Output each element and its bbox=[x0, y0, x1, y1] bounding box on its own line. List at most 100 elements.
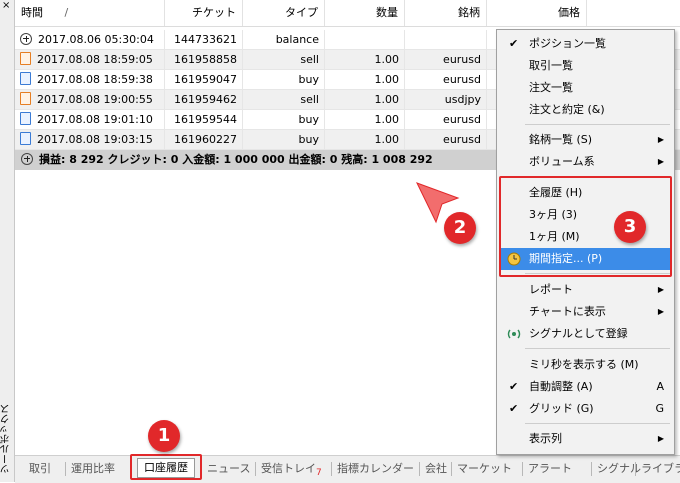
tab-1[interactable]: 運用比率 bbox=[71, 460, 115, 478]
signal-icon bbox=[507, 327, 521, 341]
tab-4[interactable]: 受信トレイ7 bbox=[261, 460, 322, 478]
tab-6[interactable]: 会社 bbox=[425, 460, 447, 478]
menu-item-label: 自動調整 (A) bbox=[529, 380, 593, 393]
menu-item-label: ボリューム系 bbox=[529, 155, 595, 168]
check-icon: ✔ bbox=[509, 402, 519, 415]
toolbox-label: ツールボックス bbox=[1, 404, 12, 474]
cell-text: buy bbox=[298, 113, 319, 126]
col-header-ticket[interactable]: チケット bbox=[165, 0, 243, 26]
cell-ticket: 161960227 bbox=[165, 130, 243, 149]
cell-type: buy bbox=[243, 70, 325, 89]
menu-shortcut: A bbox=[656, 380, 664, 393]
summary-text: 損益: 8 292 クレジット: 0 入金額: 1 000 000 出金額: 0… bbox=[39, 153, 433, 166]
cell-symbol: eurusd bbox=[405, 70, 487, 89]
cell-text: 144733621 bbox=[174, 33, 237, 46]
toolbox-strip: × ツールボックス bbox=[0, 0, 15, 482]
callout-3-badge: 3 bbox=[614, 211, 646, 243]
cell-text: 161958858 bbox=[174, 53, 237, 66]
tab-separator bbox=[635, 462, 636, 476]
cell-symbol: eurusd bbox=[405, 110, 487, 129]
menu-item-0[interactable]: ✔ ポジション一覧 bbox=[499, 33, 672, 55]
tab-separator bbox=[65, 462, 66, 476]
menu-separator bbox=[525, 423, 670, 424]
buy-order-icon bbox=[20, 132, 31, 145]
cell-time: 2017.08.08 19:01:10 bbox=[15, 110, 165, 129]
menu-item-11[interactable]: チャートに表示 ▶ bbox=[499, 301, 672, 323]
tab-7[interactable]: マーケット bbox=[457, 460, 512, 478]
close-icon[interactable]: × bbox=[2, 0, 10, 12]
menu-item-label: 注文一覧 bbox=[529, 81, 573, 94]
cell-text: 2017.08.08 19:03:15 bbox=[37, 133, 153, 146]
menu-item-3[interactable]: 注文と約定 (&) bbox=[499, 99, 672, 121]
tab-5[interactable]: 指標カレンダー bbox=[337, 460, 414, 478]
menu-item-16[interactable]: 表示列 ▶ bbox=[499, 428, 672, 450]
tab-label: ニュース bbox=[207, 462, 251, 475]
cell-text: buy bbox=[298, 133, 319, 146]
cell-text: 2017.08.08 18:59:05 bbox=[37, 53, 153, 66]
cell-qty: 1.00 bbox=[325, 90, 405, 109]
menu-separator bbox=[525, 348, 670, 349]
cell-text: eurusd bbox=[443, 73, 481, 86]
cell-type: buy bbox=[243, 130, 325, 149]
cell-type: balance bbox=[243, 30, 325, 49]
menu-item-13[interactable]: ミリ秒を表示する (M) bbox=[499, 354, 672, 376]
tab-10[interactable]: ライブラリ bbox=[641, 460, 680, 478]
check-icon: ✔ bbox=[509, 380, 519, 393]
highlight-box-period bbox=[499, 176, 672, 277]
cell-time: 2017.08.08 19:03:15 bbox=[15, 130, 165, 149]
menu-item-5[interactable]: ボリューム系 ▶ bbox=[499, 151, 672, 173]
sort-indicator-icon: / bbox=[64, 6, 69, 19]
menu-item-label: グリッド (G) bbox=[529, 402, 594, 415]
cell-text: sell bbox=[300, 93, 319, 106]
cell-text: 2017.08.08 18:59:38 bbox=[37, 73, 153, 86]
table-header: 時間 / チケット タイプ 数量 銘柄 価格 bbox=[15, 0, 680, 27]
cell-qty: 1.00 bbox=[325, 50, 405, 69]
balance-icon bbox=[20, 33, 32, 45]
tab-8[interactable]: アラート bbox=[528, 460, 572, 478]
cell-text: 2017.08.08 19:00:55 bbox=[37, 93, 153, 106]
check-icon: ✔ bbox=[509, 37, 519, 50]
tab-separator bbox=[255, 462, 256, 476]
cell-text: balance bbox=[275, 33, 319, 46]
menu-item-2[interactable]: 注文一覧 bbox=[499, 77, 672, 99]
menu-item-label: シグナルとして登録 bbox=[529, 327, 628, 340]
sell-order-icon bbox=[20, 52, 31, 65]
tab-label: 運用比率 bbox=[71, 462, 115, 475]
menu-item-12[interactable]: シグナルとして登録 bbox=[499, 323, 672, 345]
menu-item-15[interactable]: ✔ グリッド (G) G bbox=[499, 398, 672, 420]
tab-0[interactable]: 取引 bbox=[29, 460, 51, 478]
cell-text: 1.00 bbox=[374, 53, 400, 66]
cell-time: 2017.08.06 05:30:04 bbox=[15, 30, 165, 49]
cell-text: 1.00 bbox=[374, 113, 400, 126]
cell-symbol: usdjpy bbox=[405, 90, 487, 109]
menu-item-10[interactable]: レポート ▶ bbox=[499, 279, 672, 301]
highlight-box-tab bbox=[130, 454, 202, 480]
cell-qty: 1.00 bbox=[325, 70, 405, 89]
col-header-type[interactable]: タイプ bbox=[243, 0, 325, 26]
cell-symbol: eurusd bbox=[405, 50, 487, 69]
cell-text: eurusd bbox=[443, 113, 481, 126]
tab-separator bbox=[522, 462, 523, 476]
tab-label: 指標カレンダー bbox=[337, 462, 414, 475]
menu-item-1[interactable]: 取引一覧 bbox=[499, 55, 672, 77]
menu-item-14[interactable]: ✔ 自動調整 (A) A bbox=[499, 376, 672, 398]
callout-1-badge: 1 bbox=[148, 420, 180, 452]
menu-item-label: ミリ秒を表示する (M) bbox=[529, 358, 639, 371]
tab-label: アラート bbox=[528, 462, 572, 475]
col-header-symbol[interactable]: 銘柄 bbox=[405, 0, 487, 26]
cell-time: 2017.08.08 18:59:38 bbox=[15, 70, 165, 89]
submenu-arrow-icon: ▶ bbox=[657, 285, 664, 294]
expand-icon bbox=[21, 153, 33, 165]
col-header-volume[interactable]: 数量 bbox=[325, 0, 405, 26]
cell-text: 1.00 bbox=[374, 93, 400, 106]
col-header-time[interactable]: 時間 / bbox=[15, 0, 165, 26]
menu-item-label: ポジション一覧 bbox=[529, 37, 606, 50]
tab-3[interactable]: ニュース bbox=[207, 460, 250, 478]
cell-symbol: eurusd bbox=[405, 130, 487, 149]
sell-order-icon bbox=[20, 92, 31, 105]
tab-separator bbox=[451, 462, 452, 476]
col-header-price[interactable]: 価格 bbox=[487, 0, 587, 26]
cell-qty: 1.00 bbox=[325, 110, 405, 129]
cell-text: eurusd bbox=[443, 133, 481, 146]
menu-item-4[interactable]: 銘柄一覧 (S) ▶ bbox=[499, 129, 672, 151]
